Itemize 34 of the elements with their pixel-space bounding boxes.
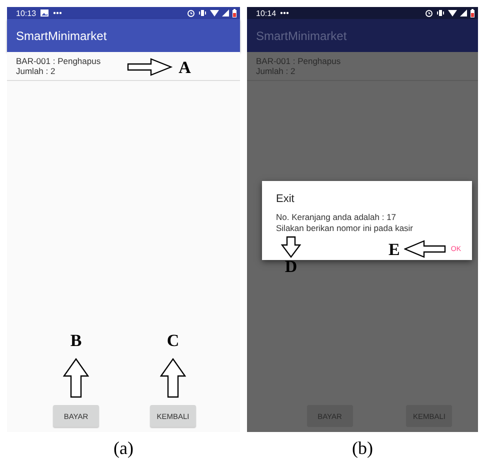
image-icon [40,9,50,17]
app-title: SmartMinimarket [256,28,347,42]
status-time: 10:14 [256,8,276,18]
battery-icon [470,8,475,18]
vibrate-icon [436,9,445,17]
signal-icon [222,9,229,17]
item-quantity: Jumlah : 2 [16,66,56,76]
annotation-letter: B [70,332,82,349]
more-dots-icon [53,9,62,17]
wifi-icon [448,9,457,17]
dialog-message: Silakan berikan nomor ini pada kasir [276,222,414,233]
annotation-letter: E [388,240,400,258]
annotation-letter: A [178,58,191,76]
outline-arrow-icon [160,358,186,398]
wifi-icon [210,9,219,17]
battery-icon [232,8,237,18]
item-name: BAR-001 : Penghapus [256,56,341,66]
item-name: BAR-001 : Penghapus [16,56,101,66]
vibrate-icon [198,9,207,17]
dialog-message: No. Keranjang anda adalah : 17 [276,212,398,222]
outline-arrow-icon [63,358,89,398]
app-title: SmartMinimarket [16,28,107,42]
item-quantity: Jumlah : 2 [256,66,296,76]
status-time: 10:13 [16,8,36,18]
more-dots-icon [280,9,290,17]
figure-caption: (b) [352,438,373,459]
annotation-letter: C [166,332,180,349]
alarm-icon [187,9,195,17]
outline-arrow-icon [126,58,173,76]
annotation-letter: D [284,258,298,275]
alarm-icon [425,9,433,17]
dialog-title: Exit [276,193,296,205]
figure-caption: (a) [114,438,134,459]
signal-icon [460,9,467,17]
